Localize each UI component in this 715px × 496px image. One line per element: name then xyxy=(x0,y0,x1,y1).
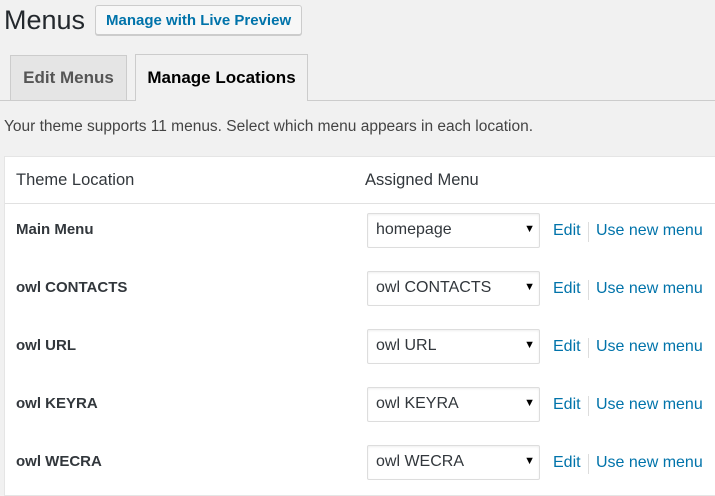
location-label: owl WECRA xyxy=(16,453,102,470)
page-title: Menus xyxy=(4,5,86,35)
select-value: homepage xyxy=(376,221,452,238)
select-value: owl WECRA xyxy=(376,453,465,470)
edit-link[interactable]: Edit xyxy=(553,454,581,472)
manage-live-preview-button[interactable]: Manage with Live Preview xyxy=(95,5,303,35)
table-row: Main Menu homepage ▼ Edit Use new menu xyxy=(5,203,715,261)
edit-link[interactable]: Edit xyxy=(553,222,581,240)
table-row: owl CONTACTS owl CONTACTS ▼ Edit Use new… xyxy=(5,261,715,319)
table-row: owl KEYRA owl KEYRA ▼ Edit Use new menu xyxy=(5,377,715,435)
column-header-assigned: Assigned Menu xyxy=(365,171,479,189)
locations-table: Theme Location Assigned Menu Main Menu h… xyxy=(4,156,715,496)
menu-select[interactable]: owl URL ▼ xyxy=(367,329,540,364)
tab-edit-menus[interactable]: Edit Menus xyxy=(10,55,127,100)
chevron-down-icon: ▼ xyxy=(524,339,535,351)
page-header: Menus Manage with Live Preview xyxy=(4,4,303,36)
edit-link[interactable]: Edit xyxy=(553,280,581,298)
table-row: owl WECRA owl WECRA ▼ Edit Use new menu xyxy=(5,435,715,493)
menu-select[interactable]: owl KEYRA ▼ xyxy=(367,387,540,422)
tab-manage-locations[interactable]: Manage Locations xyxy=(135,54,308,101)
location-label: owl CONTACTS xyxy=(16,279,128,296)
select-value: owl URL xyxy=(376,337,437,354)
divider xyxy=(588,338,589,358)
use-new-menu-link[interactable]: Use new menu xyxy=(596,222,703,240)
divider xyxy=(588,222,589,242)
column-header-location: Theme Location xyxy=(16,171,135,189)
location-label: owl KEYRA xyxy=(16,395,98,412)
divider xyxy=(588,396,589,416)
menu-select[interactable]: owl WECRA ▼ xyxy=(367,445,540,480)
chevron-down-icon: ▼ xyxy=(524,455,535,467)
use-new-menu-link[interactable]: Use new menu xyxy=(596,280,703,298)
edit-link[interactable]: Edit xyxy=(553,396,581,414)
menu-select[interactable]: homepage ▼ xyxy=(367,213,540,248)
table-header: Theme Location Assigned Menu xyxy=(5,157,715,204)
select-value: owl KEYRA xyxy=(376,395,459,412)
intro-text: Your theme supports 11 menus. Select whi… xyxy=(4,118,534,135)
location-label: owl URL xyxy=(16,337,76,354)
use-new-menu-link[interactable]: Use new menu xyxy=(596,338,703,356)
menu-select[interactable]: owl CONTACTS ▼ xyxy=(367,271,540,306)
select-value: owl CONTACTS xyxy=(376,279,492,296)
chevron-down-icon: ▼ xyxy=(524,397,535,409)
chevron-down-icon: ▼ xyxy=(524,281,535,293)
table-row: owl URL owl URL ▼ Edit Use new menu xyxy=(5,319,715,377)
location-label: Main Menu xyxy=(16,221,94,238)
use-new-menu-link[interactable]: Use new menu xyxy=(596,454,703,472)
chevron-down-icon: ▼ xyxy=(524,223,535,235)
use-new-menu-link[interactable]: Use new menu xyxy=(596,396,703,414)
nav-tabs: Edit Menus Manage Locations xyxy=(0,54,715,101)
divider xyxy=(588,454,589,474)
divider xyxy=(588,280,589,300)
edit-link[interactable]: Edit xyxy=(553,338,581,356)
